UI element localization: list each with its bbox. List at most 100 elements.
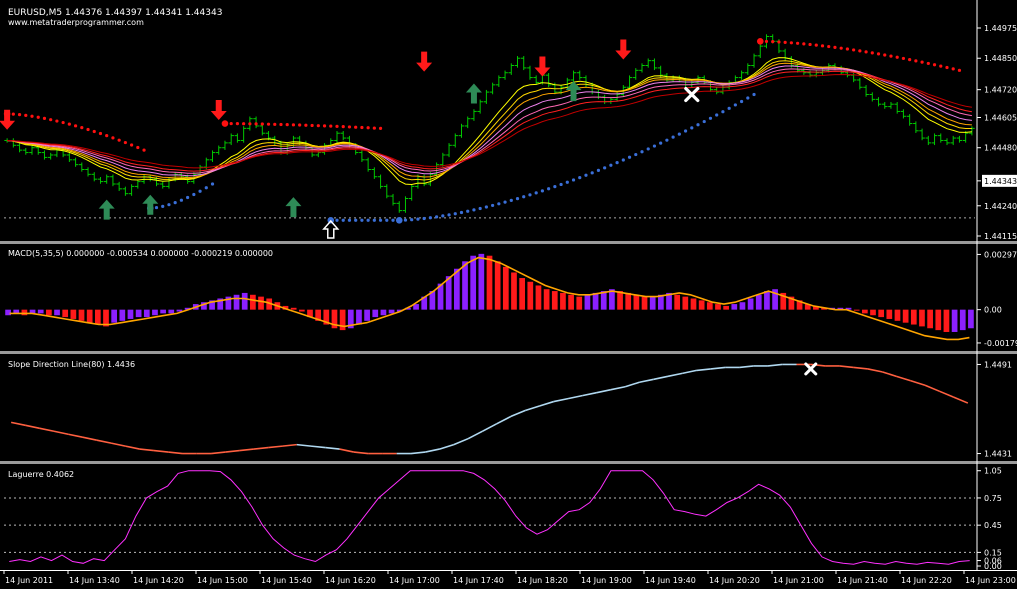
sar-dot — [142, 148, 146, 152]
macd-histogram-bar — [927, 309, 933, 329]
sar-dot — [515, 196, 520, 201]
macd-histogram-bar — [706, 302, 713, 310]
sar-dot — [870, 51, 874, 55]
price-axis-label: 1.44480 — [984, 144, 1017, 153]
sar-dot — [366, 218, 370, 222]
sar-dot — [783, 40, 787, 44]
sar-dot — [136, 145, 140, 150]
macd-histogram-bar — [250, 294, 256, 310]
sar-dot — [939, 64, 943, 68]
trading-terminal-chart[interactable]: EURUSD,M5 1.44376 1.44397 1.44341 1.4434… — [0, 0, 1017, 589]
macd-histogram-bar — [764, 291, 770, 310]
macd-histogram-bar — [951, 309, 958, 332]
time-axis-label: 14 Jun 19:00 — [581, 576, 632, 585]
price-axis-label: 0.00 — [984, 562, 1002, 571]
macd-histogram-bar — [878, 309, 885, 318]
macd-histogram-bar — [241, 292, 248, 310]
sar-dot — [820, 44, 825, 48]
macd-histogram-bar — [919, 309, 925, 327]
sar-dot — [621, 158, 625, 162]
macd-histogram-bar — [894, 309, 901, 321]
macd-histogram-bar — [959, 309, 966, 331]
price-axis-label: 1.4431 — [984, 450, 1012, 459]
macd-histogram-bar — [470, 255, 477, 310]
sar-dot — [198, 189, 202, 193]
macd-histogram-bar — [674, 294, 681, 310]
price-axis-label: 1.05 — [984, 467, 1002, 476]
macd-histogram-bar — [494, 261, 501, 310]
macd-histogram-bar — [486, 255, 493, 310]
sar-dot — [42, 116, 47, 120]
sar-dot — [932, 63, 937, 67]
sar-dot — [422, 216, 426, 221]
macd-pane-title: MACD(5,35,5) 0.000000 -0.000534 0.000000… — [8, 249, 273, 258]
macd-histogram-bar — [715, 304, 721, 310]
price-axis-label: -0.00179 — [984, 339, 1017, 348]
sar-dot — [403, 218, 408, 222]
sar-dot — [503, 200, 507, 204]
macd-histogram-bar — [747, 298, 754, 310]
sar-dot — [839, 46, 843, 50]
sar-dot — [161, 204, 165, 208]
sar-dot — [957, 68, 962, 72]
macd-histogram-bar — [372, 309, 379, 318]
sar-dot — [908, 58, 912, 62]
sar-dot — [802, 42, 806, 46]
macd-histogram-bar — [5, 309, 11, 316]
pane-separator[interactable] — [0, 241, 1017, 244]
sar-dot — [447, 213, 451, 217]
sar-dot — [416, 217, 420, 221]
sar-dot — [242, 122, 246, 126]
sar-dot — [322, 124, 327, 128]
macd-histogram-bar — [94, 309, 101, 325]
macd-histogram-bar — [935, 309, 942, 331]
time-axis-label: 14 Jun 22:20 — [901, 576, 952, 585]
sar-dot — [285, 123, 289, 127]
sar-dot — [796, 41, 800, 45]
pane-separator[interactable] — [0, 461, 1017, 464]
sar-dot — [179, 198, 183, 202]
sar-dot — [640, 150, 644, 154]
pane-separator[interactable] — [0, 351, 1017, 354]
sar-dot-start — [756, 38, 764, 45]
sar-dot — [372, 126, 376, 130]
price-axis-label: 1.44240 — [984, 202, 1017, 211]
sar-dot — [571, 178, 576, 182]
sar-dot — [341, 218, 345, 222]
sar-dot — [634, 152, 638, 157]
macd-histogram-bar — [682, 296, 689, 310]
macd-histogram-bar — [298, 309, 305, 312]
sar-dot — [696, 123, 700, 127]
time-axis-label: 14 Jun 2011 — [5, 576, 53, 585]
sar-dot — [484, 205, 488, 209]
sar-dot — [578, 176, 582, 180]
sar-dot — [186, 195, 190, 200]
sar-dot — [547, 187, 551, 191]
sar-dot — [192, 192, 196, 197]
sar-dot — [491, 203, 495, 208]
macd-histogram-bar — [968, 309, 974, 329]
macd-histogram-bar — [478, 253, 485, 310]
macd-histogram-bar — [739, 302, 746, 310]
macd-histogram-bar — [233, 294, 240, 310]
sar-dot — [764, 39, 769, 44]
sar-dot — [61, 120, 65, 125]
sar-dot — [49, 118, 53, 122]
sar-dot — [459, 210, 464, 215]
macd-histogram-bar — [135, 309, 142, 318]
macd-histogram-bar — [502, 266, 509, 310]
macd-histogram-bar — [111, 309, 118, 323]
time-axis-label: 14 Jun 21:40 — [837, 576, 888, 585]
sar-dot — [24, 113, 28, 117]
sar-dot — [428, 216, 432, 220]
sar-dot — [235, 122, 240, 126]
sar-dot — [534, 191, 538, 195]
sar-dot — [528, 193, 532, 197]
sar-dot — [453, 212, 457, 216]
sar-dot — [98, 131, 103, 136]
macd-histogram-bar — [168, 309, 175, 314]
sar-dot — [254, 122, 258, 126]
sar-dot — [304, 123, 308, 127]
price-axis-label: 1.44850 — [984, 54, 1017, 63]
price-axis-label: 1.44975 — [984, 24, 1017, 33]
